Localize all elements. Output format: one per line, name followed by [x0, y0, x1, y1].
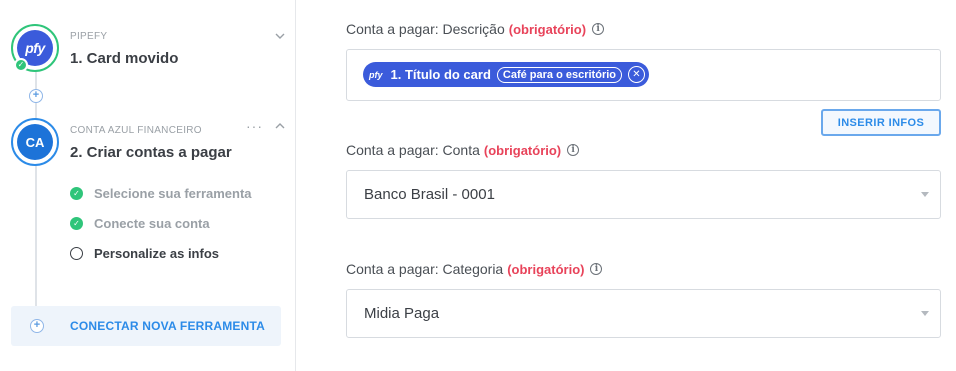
- required-tag: (obrigatório): [508, 21, 587, 37]
- categoria-field-label: Conta a pagar: Categoria (obrigatório) i: [346, 261, 603, 277]
- dropdown-caret-icon: [921, 311, 929, 316]
- selected-value: Banco Brasil - 0001: [364, 186, 495, 203]
- descricao-field-label: Conta a pagar: Descrição (obrigatório) i: [346, 21, 605, 37]
- required-tag: (obrigatório): [507, 261, 585, 277]
- required-tag: (obrigatório): [483, 142, 562, 158]
- field-label-text: Conta a pagar: Categoria: [346, 261, 504, 277]
- conta-select[interactable]: Banco Brasil - 0001: [346, 170, 941, 219]
- connect-new-tool-button[interactable]: + CONECTAR NOVA FERRAMENTA: [11, 306, 281, 346]
- add-step-plus-icon[interactable]: +: [29, 89, 43, 103]
- chevron-down-icon[interactable]: [274, 30, 286, 42]
- pipefy-token-icon: pfy: [369, 69, 383, 80]
- substep-personalize-infos[interactable]: Personalize as infos: [70, 244, 219, 262]
- info-icon[interactable]: i: [567, 144, 580, 156]
- dropdown-caret-icon: [921, 192, 929, 197]
- descricao-input[interactable]: pfy 1. Título do card Café para o escrit…: [346, 49, 941, 101]
- empty-circle-icon: [70, 246, 83, 260]
- substep-label: Conecte sua conta: [94, 215, 210, 231]
- info-icon[interactable]: i: [590, 263, 603, 275]
- check-circle-icon: ✓: [70, 216, 83, 230]
- step-title: 2. Criar contas a pagar: [70, 144, 232, 161]
- conta-azul-logo-icon: CA: [17, 124, 53, 160]
- chevron-up-icon[interactable]: [274, 120, 286, 132]
- step-title: 1. Card movido: [70, 50, 179, 67]
- timeline-line: [35, 70, 37, 326]
- substep-conecte-conta[interactable]: ✓ Conecte sua conta: [70, 214, 210, 232]
- selected-value: Midia Paga: [364, 305, 440, 322]
- field-label-text: Conta a pagar: Conta: [346, 142, 480, 158]
- categoria-select[interactable]: Midia Paga: [346, 289, 941, 338]
- token-sample-value: Café para o escritório: [496, 66, 622, 83]
- connect-new-tool-label: CONECTAR NOVA FERRAMENTA: [70, 319, 266, 333]
- check-icon: ✓: [14, 58, 28, 72]
- field-label-text: Conta a pagar: Descrição: [346, 21, 505, 37]
- substep-selecione-ferramenta[interactable]: ✓ Selecione sua ferramenta: [70, 184, 252, 202]
- steps-sidebar: pfy ✓ PIPEFY 1. Card movido + CA CONTA A…: [0, 0, 296, 371]
- field-mapping-form: Conta a pagar: Descrição (obrigatório) i…: [297, 0, 956, 371]
- substep-label: Personalize as infos: [94, 245, 219, 261]
- step-avatar: CA: [11, 118, 59, 166]
- plus-icon: +: [30, 319, 44, 333]
- substep-label: Selecione sua ferramenta: [94, 185, 252, 201]
- conta-field-label: Conta a pagar: Conta (obrigatório) i: [346, 142, 580, 158]
- step-app-name: PIPEFY: [70, 31, 108, 42]
- info-icon[interactable]: i: [592, 23, 605, 35]
- token-field-name: 1. Título do card: [390, 67, 491, 82]
- card-field-token[interactable]: pfy 1. Título do card Café para o escrit…: [363, 62, 649, 87]
- insert-info-button[interactable]: INSERIR INFOS: [821, 109, 941, 136]
- more-options-icon[interactable]: ···: [246, 118, 263, 134]
- check-circle-icon: ✓: [70, 186, 83, 200]
- remove-token-icon[interactable]: ✕: [628, 66, 645, 83]
- step-app-name: CONTA AZUL FINANCEIRO: [70, 125, 202, 136]
- step-avatar: pfy ✓: [11, 24, 59, 72]
